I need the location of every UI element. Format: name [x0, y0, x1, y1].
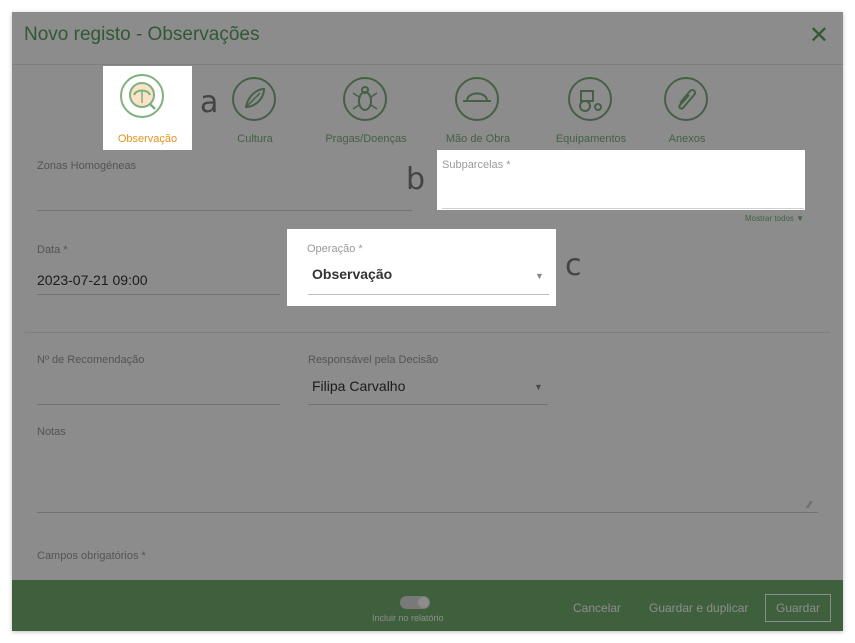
data-value[interactable]: 2023-07-21 09:00: [37, 272, 148, 288]
zonas-label: Zonas Homogéneas: [37, 160, 137, 172]
leaf-icon: [232, 77, 276, 121]
highlight-subparcelas: Subparcelas *: [437, 150, 805, 210]
marker-c: c: [565, 248, 582, 283]
dialog-title: Novo registo - Observações: [24, 24, 260, 45]
chevron-down-icon[interactable]: ▼: [534, 382, 543, 392]
marker-a: a: [200, 85, 219, 120]
dialog-footer: Incluir no relatório Cancelar Guardar e …: [12, 580, 843, 631]
required-note: Campos obrigatórios *: [37, 550, 146, 562]
close-icon[interactable]: ✕: [809, 24, 829, 48]
cancel-button[interactable]: Cancelar: [573, 601, 621, 615]
section-divider: [25, 332, 830, 333]
save-button[interactable]: Guardar: [765, 594, 832, 622]
responsavel-underline: [308, 404, 548, 405]
tab-observacao-label[interactable]: Observação: [103, 133, 192, 145]
tab-cultura-label: Cultura: [237, 133, 273, 145]
zonas-input[interactable]: [37, 210, 412, 211]
operacao-value[interactable]: Observação: [312, 266, 392, 282]
show-all-link[interactable]: Mostrar todos ▼: [745, 214, 804, 223]
header-divider: [12, 64, 843, 65]
data-label: Data *: [37, 244, 68, 256]
responsavel-label: Responsável pela Decisão: [308, 354, 439, 366]
highlight-operacao: Operação * Observação ▼: [287, 229, 556, 306]
tab-equipamentos[interactable]: [568, 77, 612, 121]
resize-handle-icon[interactable]: ⁄⁄: [808, 500, 811, 511]
responsavel-value[interactable]: Filipa Carvalho: [312, 378, 405, 394]
tractor-icon: [568, 77, 612, 121]
subparcelas-label: Subparcelas *: [442, 159, 511, 171]
notas-textarea[interactable]: [37, 512, 818, 513]
save-duplicate-button[interactable]: Guardar e duplicar: [649, 601, 748, 615]
operacao-label: Operação *: [307, 243, 363, 255]
chevron-down-icon[interactable]: ▼: [535, 271, 544, 281]
tab-anexos-label: Anexos: [668, 133, 706, 145]
subparcelas-input[interactable]: [442, 208, 804, 209]
notas-label: Notas: [37, 426, 66, 438]
tab-anexos[interactable]: [664, 77, 708, 121]
data-underline: [37, 294, 280, 295]
bug-icon: [343, 77, 387, 121]
tab-mao-de-obra-label: Mão de Obra: [445, 133, 511, 145]
tab-mao-de-obra[interactable]: [455, 77, 499, 121]
toggle-knob: [418, 597, 429, 608]
highlight-observacao-tab: Observação: [103, 66, 192, 150]
worker-hat-icon: [455, 77, 499, 121]
tab-pragas[interactable]: [343, 77, 387, 121]
toggle-label: Incluir no relatório: [372, 613, 444, 623]
paperclip-icon: [664, 77, 708, 121]
recomendacao-label: Nº de Recomendação: [37, 354, 145, 366]
magnifier-plant-icon[interactable]: [120, 74, 164, 118]
marker-b: b: [406, 162, 426, 197]
include-report-toggle[interactable]: [400, 596, 430, 609]
tab-pragas-label: Pragas/Doenças: [325, 133, 407, 145]
tab-cultura[interactable]: [232, 77, 276, 121]
operacao-underline: [308, 294, 549, 295]
recomendacao-input[interactable]: [37, 404, 280, 405]
